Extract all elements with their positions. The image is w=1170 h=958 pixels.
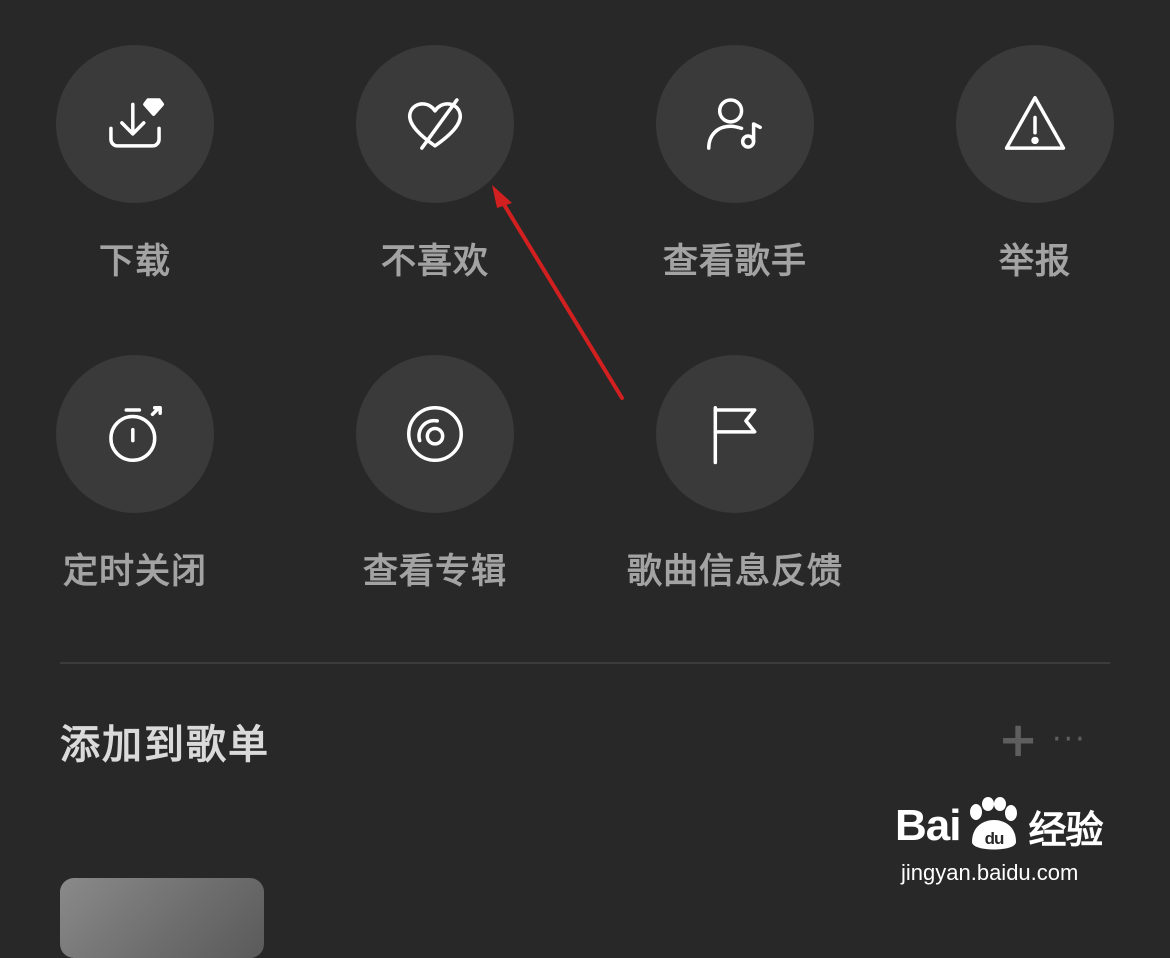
report-button[interactable]: 举报 [885,45,1170,284]
create-playlist-button[interactable]: + [998,714,1038,766]
baidu-paw-icon: du [970,797,1018,850]
song-feedback-circle[interactable] [656,355,814,513]
more-options-button[interactable]: ··· [1052,722,1087,757]
section-divider [60,662,1110,664]
user-music-icon [707,98,762,150]
watermark-logo-cn: 经验 [1028,809,1103,852]
sleep-timer-label: 定时关闭 [62,552,207,592]
watermark-logo-text-2: du [985,829,1004,848]
download-button[interactable]: 下载 [0,45,285,284]
report-circle[interactable] [956,45,1114,203]
download-label: 下载 [98,242,171,282]
warning-icon [1004,96,1066,150]
report-label: 举报 [998,242,1071,282]
view-artist-button[interactable]: 查看歌手 [585,45,885,284]
song-feedback-label: 歌曲信息反馈 [626,552,843,592]
watermark-url: jingyan.baidu.com [901,860,1079,885]
download-circle[interactable] [56,45,214,203]
timer-icon [109,406,162,462]
view-artist-circle[interactable] [656,45,814,203]
view-album-label: 查看专辑 [362,552,507,592]
view-album-circle[interactable] [356,355,514,513]
view-artist-label: 查看歌手 [662,242,807,282]
dislike-circle[interactable] [356,45,514,203]
heart-slash-icon [408,98,462,150]
playlist-thumbnail[interactable] [60,878,264,958]
sleep-timer-circle[interactable] [56,355,214,513]
dislike-label: 不喜欢 [380,242,489,282]
sleep-timer-button[interactable]: 定时关闭 [0,355,285,594]
dislike-button[interactable]: 不喜欢 [285,45,585,284]
flag-icon [713,406,757,465]
watermark-logo-text-1: Bai [895,801,961,850]
add-to-playlist-title: 添加到歌单 [60,722,270,768]
view-album-button[interactable]: 查看专辑 [285,355,585,594]
download-diamond-icon [109,98,165,148]
song-feedback-button[interactable]: 歌曲信息反馈 [585,355,885,594]
vinyl-disc-icon [407,406,463,462]
baidu-jingyan-watermark: Bai du 经验 jingyan.baidu.com [895,796,1115,896]
watermark-logo: Bai du 经验 [895,796,1115,856]
